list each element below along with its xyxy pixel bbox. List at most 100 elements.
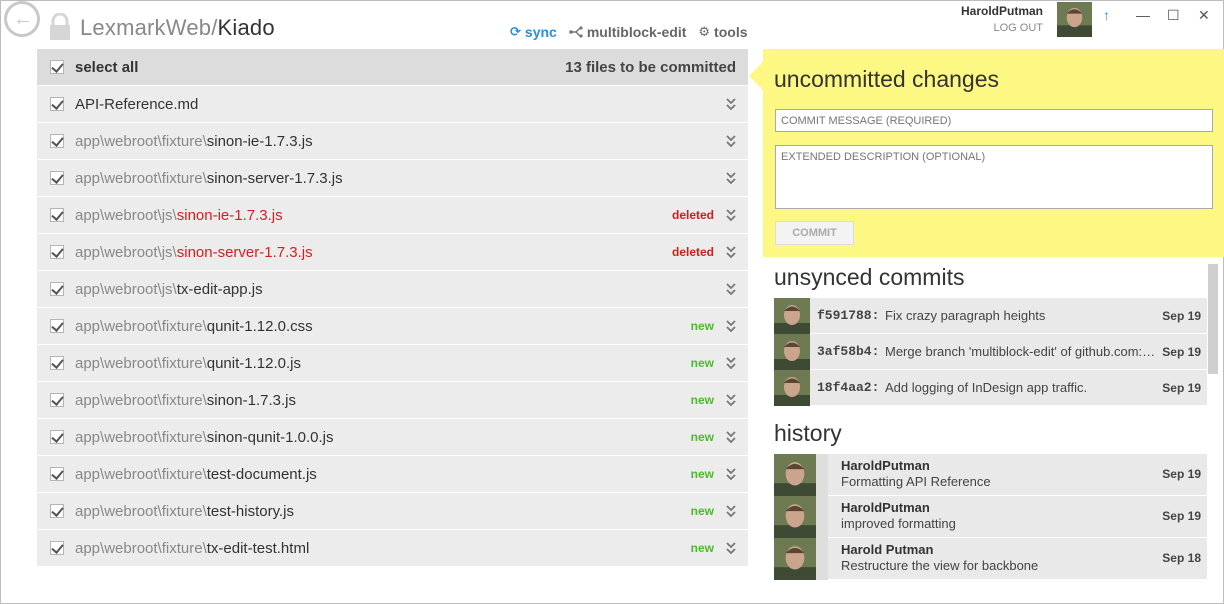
commit-message-input[interactable] <box>775 109 1213 132</box>
panel-pointer <box>749 62 763 90</box>
expand-chevron-icon[interactable] <box>725 282 737 296</box>
file-name: qunit-1.12.0.css <box>206 317 313 335</box>
expand-chevron-icon[interactable] <box>725 134 737 148</box>
history-date: Sep 19 <box>1162 509 1201 523</box>
select-all-row[interactable]: select all 13 files to be committed <box>37 49 748 85</box>
file-row[interactable]: app\webroot\js\tx-edit-app.js <box>37 270 748 307</box>
file-checkbox[interactable] <box>50 356 64 370</box>
history-row[interactable]: HaroldPutman Formatting API Reference Sep … <box>774 454 1207 496</box>
unsynced-commit-row[interactable]: 3af58b4: Merge branch 'multiblock-edit' o… <box>774 334 1207 370</box>
expand-chevron-icon[interactable] <box>725 171 737 185</box>
file-row[interactable]: app\webroot\js\sinon-server-1.7.3.js dele… <box>37 233 748 270</box>
tools-label: tools <box>714 24 748 40</box>
file-checkbox[interactable] <box>50 282 64 296</box>
back-arrow-icon: ← <box>13 8 33 30</box>
history-row[interactable]: Harold Putman Restructure the view for ba… <box>774 538 1207 580</box>
user-block: HaroldPutman LOG OUT <box>961 4 1043 34</box>
file-checkbox[interactable] <box>50 171 64 185</box>
minimize-icon[interactable]: — <box>1136 7 1150 23</box>
expand-chevron-icon[interactable] <box>725 356 737 370</box>
history-author: HaroldPutman <box>841 458 930 473</box>
file-checkbox[interactable] <box>50 393 64 407</box>
upload-arrow-icon[interactable]: ↑ <box>1103 7 1110 23</box>
file-path: app\webroot\fixture\sinon-ie-1.7.3.js <box>75 133 313 150</box>
app-window: ← LexmarkWeb/Kiado ⟳ sync multiblock-edi… <box>0 0 1224 604</box>
file-dir: app\webroot\js\ <box>75 243 177 261</box>
file-dir: app\webroot\js\ <box>75 280 177 298</box>
unsynced-list: f591788: Fix crazy paragraph heights Sep 1… <box>774 298 1207 406</box>
extended-description-input[interactable] <box>775 145 1213 209</box>
file-row[interactable]: app\webroot\fixture\sinon-server-1.7.3.j… <box>37 159 748 196</box>
expand-chevron-icon[interactable] <box>725 430 737 444</box>
unsynced-commit-row[interactable]: 18f4aa2: Add logging of InDesign app traf… <box>774 370 1207 406</box>
file-dir: app\webroot\fixture\ <box>75 428 207 446</box>
file-checkbox[interactable] <box>50 245 64 259</box>
file-checkbox[interactable] <box>50 504 64 518</box>
file-status-badge: new <box>690 393 714 407</box>
commit-message: Add logging of InDesign app traffic. <box>885 380 1088 395</box>
commit-sha: 18f4aa2: <box>817 380 880 395</box>
file-status-badge: new <box>690 319 714 333</box>
sync-label: sync <box>524 24 557 40</box>
file-row[interactable]: app\webroot\fixture\sinon-1.7.3.js new <box>37 381 748 418</box>
history-list: HaroldPutman Formatting API Reference Sep … <box>774 454 1207 580</box>
select-all-label: select all <box>75 58 139 76</box>
file-status-badge: deleted <box>671 245 714 259</box>
expand-chevron-icon[interactable] <box>725 319 737 333</box>
back-button[interactable]: ← <box>4 1 40 37</box>
file-name: test-document.js <box>206 465 317 483</box>
expand-chevron-icon[interactable] <box>725 504 737 518</box>
file-dir: app\webroot\fixture\ <box>75 502 207 520</box>
expand-chevron-icon[interactable] <box>725 97 737 111</box>
history-row[interactable]: HaroldPutman improved formatting Sep 19 <box>774 496 1207 538</box>
repo-owner[interactable]: LexmarkWeb <box>80 15 211 40</box>
file-checkbox[interactable] <box>50 430 64 444</box>
multiblock-edit-branch[interactable]: multiblock-edit <box>569 24 686 40</box>
close-icon[interactable]: ✕ <box>1198 7 1210 24</box>
commit-message: Fix crazy paragraph heights <box>885 308 1046 323</box>
branch-icon <box>569 26 583 38</box>
unsynced-commit-row[interactable]: f591788: Fix crazy paragraph heights Sep 1… <box>774 298 1207 334</box>
maximize-icon[interactable]: ☐ <box>1167 7 1180 24</box>
author-avatar <box>774 454 816 496</box>
author-avatar <box>774 496 816 538</box>
sync-button[interactable]: ⟳ sync <box>510 24 557 40</box>
tools-menu[interactable]: ⚙ tools <box>698 24 747 40</box>
select-all-checkbox[interactable] <box>50 60 64 74</box>
expand-chevron-icon[interactable] <box>725 393 737 407</box>
file-name: tx-edit-test.html <box>206 539 310 557</box>
file-row[interactable]: app\webroot\fixture\tx-edit-test.html new <box>37 529 748 566</box>
author-avatar <box>774 334 810 370</box>
logout-link[interactable]: LOG OUT <box>961 22 1043 34</box>
file-checkbox[interactable] <box>50 97 64 111</box>
sync-icon: ⟳ <box>510 24 521 39</box>
expand-chevron-icon[interactable] <box>725 467 737 481</box>
commit-date: Sep 19 <box>1162 308 1201 323</box>
file-row[interactable]: app\webroot\fixture\sinon-qunit-1.0.0.js… <box>37 418 748 455</box>
file-dir: app\webroot\fixture\ <box>75 132 207 150</box>
scrollbar[interactable] <box>1208 264 1218 374</box>
file-row[interactable]: app\webroot\fixture\qunit-1.12.0.css new <box>37 307 748 344</box>
commit-date: Sep 19 <box>1162 344 1201 359</box>
file-checkbox[interactable] <box>50 541 64 555</box>
file-checkbox[interactable] <box>50 208 64 222</box>
expand-chevron-icon[interactable] <box>725 245 737 259</box>
history-date: Sep 18 <box>1162 551 1201 565</box>
file-row[interactable]: app\webroot\js\sinon-ie-1.7.3.js deleted <box>37 196 748 233</box>
file-checkbox[interactable] <box>50 134 64 148</box>
expand-chevron-icon[interactable] <box>725 541 737 555</box>
file-row[interactable]: API-Reference.md <box>37 85 748 122</box>
repo-name: Kiado <box>217 15 275 40</box>
author-avatar <box>774 298 810 334</box>
file-row[interactable]: app\webroot\fixture\qunit-1.12.0.js new <box>37 344 748 381</box>
expand-chevron-icon[interactable] <box>725 208 737 222</box>
file-checkbox[interactable] <box>50 319 64 333</box>
file-row[interactable]: app\webroot\fixture\sinon-ie-1.7.3.js <box>37 122 748 159</box>
file-dir: app\webroot\fixture\ <box>75 391 207 409</box>
file-path: app\webroot\js\sinon-ie-1.7.3.js <box>75 207 283 224</box>
avatar[interactable] <box>1057 2 1092 37</box>
file-row[interactable]: app\webroot\fixture\test-history.js new <box>37 492 748 529</box>
commit-button[interactable]: COMMIT <box>775 221 854 245</box>
file-checkbox[interactable] <box>50 467 64 481</box>
file-row[interactable]: app\webroot\fixture\test-document.js new <box>37 455 748 492</box>
